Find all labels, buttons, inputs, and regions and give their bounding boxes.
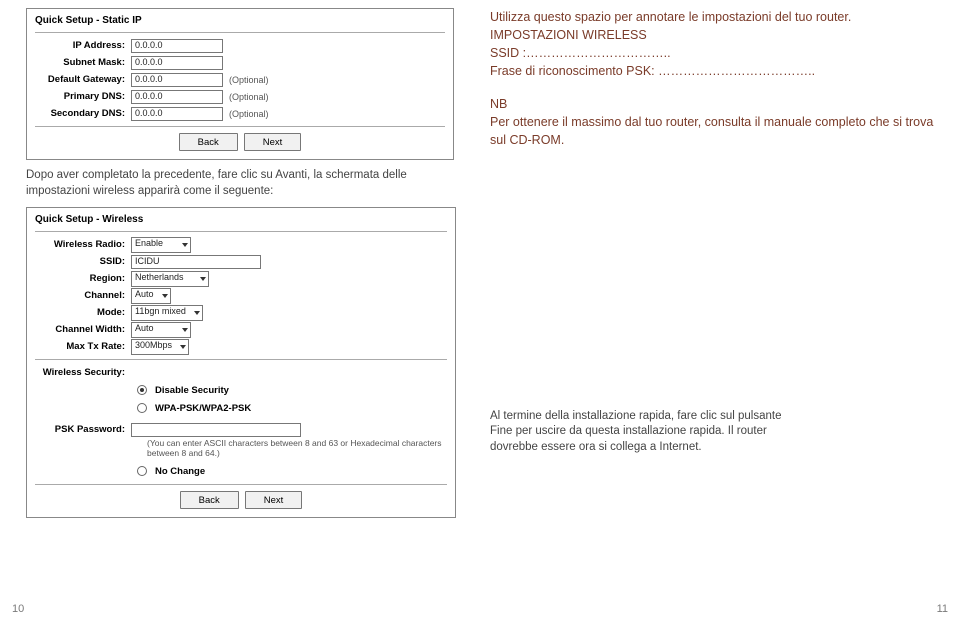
row-sec-nochange: No Change [35,462,447,480]
page: Quick Setup - Static IP IP Address: 0.0.… [0,0,960,621]
row-mask: Subnet Mask: 0.0.0.0 [35,54,445,71]
nb-body: Per ottenere il massimo dal tuo router, … [490,113,934,149]
psk-fill-line: Frase di riconoscimento PSK: ……………………………… [490,62,934,80]
annotate-intro: Utilizza questo spazio per annotare le i… [490,8,934,26]
divider [35,484,447,485]
nb-title: NB [490,95,934,113]
back-button[interactable]: Back [179,133,238,151]
wireless-button-bar: Back Next [35,491,447,509]
page-number-right: 11 [937,603,948,615]
radio-nochange[interactable] [137,466,147,476]
left-column: Quick Setup - Static IP IP Address: 0.0.… [0,0,472,621]
chwidth-select[interactable]: Auto [131,322,191,338]
ssid-input[interactable]: ICIDU [131,255,261,269]
chwidth-label: Channel Width: [35,324,131,335]
row-wireless-radio: Wireless Radio: Enable [35,236,447,253]
psk-label: PSK Password: [35,424,131,435]
row-txrate: Max Tx Rate: 300Mbps [35,338,447,355]
row-dns1: Primary DNS: 0.0.0.0 (Optional) [35,88,445,105]
ip-input[interactable]: 0.0.0.0 [131,39,223,53]
radio-disable-label: Disable Security [155,385,229,396]
page-number-left: 10 [12,603,24,615]
static-ip-title: Quick Setup - Static IP [35,15,445,26]
psk-hint: (You can enter ASCII characters between … [147,438,447,458]
row-sec-disable: Disable Security [35,381,447,399]
radio-wpa-label: WPA-PSK/WPA2-PSK [155,403,251,414]
region-label: Region: [35,273,131,284]
txrate-label: Max Tx Rate: [35,341,131,352]
mode-label: Mode: [35,307,131,318]
psk-input[interactable] [131,423,301,437]
row-region: Region: Netherlands [35,270,447,287]
divider [35,126,445,127]
wireless-radio-label: Wireless Radio: [35,239,131,250]
region-select[interactable]: Netherlands [131,271,209,287]
radio-wpa[interactable] [137,403,147,413]
next-button[interactable]: Next [244,133,302,151]
closing-paragraph: Al termine della installazione rapida, f… [490,409,790,456]
ssid-label: SSID: [35,256,131,267]
row-ip: IP Address: 0.0.0.0 [35,37,445,54]
channel-label: Channel: [35,290,131,301]
dns1-label: Primary DNS: [35,91,131,102]
radio-nochange-label: No Change [155,466,205,477]
dns2-input[interactable]: 0.0.0.0 [131,107,223,121]
wireless-settings-heading: IMPOSTAZIONI WIRELESS [490,26,934,44]
wireless-radio-select[interactable]: Enable [131,237,191,253]
divider [35,231,447,232]
ip-label: IP Address: [35,40,131,51]
row-gateway: Default Gateway: 0.0.0.0 (Optional) [35,71,445,88]
static-ip-panel: Quick Setup - Static IP IP Address: 0.0.… [26,8,454,160]
dns1-optional: (Optional) [229,92,269,102]
wireless-panel: Quick Setup - Wireless Wireless Radio: E… [26,207,456,518]
ssid-fill-line: SSID :…………………………….. [490,44,934,62]
paragraph-after-static: Dopo aver completato la precedente, fare… [26,168,454,199]
gateway-label: Default Gateway: [35,74,131,85]
nb-block: NB Per ottenere il massimo dal tuo route… [490,95,934,149]
right-column: Utilizza questo spazio per annotare le i… [472,0,960,621]
dns1-input[interactable]: 0.0.0.0 [131,90,223,104]
divider [35,359,447,360]
static-button-bar: Back Next [35,133,445,151]
back-button[interactable]: Back [180,491,239,509]
row-ssid: SSID: ICIDU [35,253,447,270]
channel-select[interactable]: Auto [131,288,171,304]
row-dns2: Secondary DNS: 0.0.0.0 (Optional) [35,105,445,122]
gateway-input[interactable]: 0.0.0.0 [131,73,223,87]
gateway-optional: (Optional) [229,75,269,85]
row-sec-wpa: WPA-PSK/WPA2-PSK [35,399,447,417]
security-label: Wireless Security: [35,367,131,378]
mode-select[interactable]: 11bgn mixed [131,305,203,321]
next-button[interactable]: Next [245,491,303,509]
txrate-select[interactable]: 300Mbps [131,339,189,355]
row-channel: Channel: Auto [35,287,447,304]
mask-label: Subnet Mask: [35,57,131,68]
row-chwidth: Channel Width: Auto [35,321,447,338]
row-psk: PSK Password: [35,421,447,438]
radio-disable-security[interactable] [137,385,147,395]
divider [35,32,445,33]
wireless-title: Quick Setup - Wireless [35,214,447,225]
mask-input[interactable]: 0.0.0.0 [131,56,223,70]
dns2-optional: (Optional) [229,109,269,119]
row-security-label: Wireless Security: [35,364,447,381]
dns2-label: Secondary DNS: [35,108,131,119]
row-mode: Mode: 11bgn mixed [35,304,447,321]
